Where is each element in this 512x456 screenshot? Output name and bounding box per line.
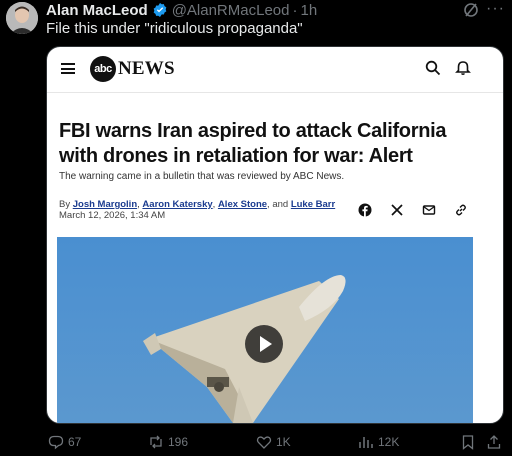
- search-icon: [425, 60, 441, 76]
- article-byline: By Josh Margolin, Aaron Katersky, Alex S…: [59, 199, 335, 210]
- verified-icon: [153, 3, 167, 17]
- x-icon: [391, 204, 403, 216]
- like-button[interactable]: 1K: [256, 432, 291, 452]
- play-icon: [260, 336, 272, 352]
- repost-button[interactable]: 196: [148, 432, 188, 452]
- author-handle[interactable]: @AlanRMacLeod: [172, 2, 290, 19]
- post-time[interactable]: 1h: [300, 2, 317, 19]
- tweet: Alan MacLeod @AlanRMacLeod · 1h ··· File…: [0, 0, 512, 456]
- article-photo[interactable]: [57, 237, 473, 423]
- news-wordmark: NEWS: [118, 58, 175, 79]
- article-dek: The warning came in a bulletin that was …: [59, 171, 345, 182]
- hamburger-icon: [61, 63, 75, 74]
- share-icon: [487, 435, 501, 449]
- tweet-text: File this under "ridiculous propaganda": [46, 20, 303, 37]
- link-icon: [456, 204, 466, 216]
- action-bar: 67 196 1K 12K: [46, 432, 506, 452]
- avatar[interactable]: [6, 2, 38, 34]
- reply-icon: [48, 435, 64, 450]
- views-icon: [359, 437, 373, 448]
- views-button[interactable]: 12K: [358, 432, 399, 452]
- article-date: March 12, 2026, 1:34 AM: [59, 210, 166, 221]
- separator-dot: ·: [292, 1, 298, 19]
- author-link: Aaron Katersky: [142, 199, 213, 210]
- mail-icon: [422, 205, 436, 215]
- like-icon: [256, 436, 272, 449]
- play-button[interactable]: [245, 325, 283, 363]
- bookmark-icon: [462, 435, 474, 450]
- views-count: 12K: [378, 435, 400, 449]
- grok-icon[interactable]: [463, 2, 479, 18]
- more-icon[interactable]: ···: [486, 1, 504, 19]
- author-link: Luke Barr: [290, 199, 336, 210]
- author-name[interactable]: Alan MacLeod: [46, 2, 148, 19]
- bell-icon: [455, 61, 471, 75]
- abc-header: abc NEWS: [47, 47, 503, 91]
- tweet-header: Alan MacLeod @AlanRMacLeod · 1h: [46, 1, 317, 19]
- byline-prefix: By: [59, 199, 73, 210]
- header-divider: [47, 92, 503, 93]
- author-link: Alex Stone: [217, 199, 268, 210]
- share-button[interactable]: [486, 432, 506, 452]
- repost-icon: [150, 435, 162, 449]
- article-screenshot[interactable]: abc NEWS FBI warns Iran aspired to attac…: [46, 46, 504, 424]
- like-count: 1K: [276, 435, 291, 449]
- author-link: Josh Margolin: [72, 199, 138, 210]
- article-headline: FBI warns Iran aspired to attack Califor…: [59, 120, 447, 167]
- reply-button[interactable]: 67: [48, 432, 81, 452]
- bookmark-button[interactable]: [460, 432, 480, 452]
- reply-count: 67: [68, 435, 82, 449]
- byline-separator: , and: [267, 199, 291, 210]
- repost-count: 196: [168, 435, 189, 449]
- facebook-icon: [358, 203, 372, 217]
- abc-logo: abc: [90, 56, 116, 82]
